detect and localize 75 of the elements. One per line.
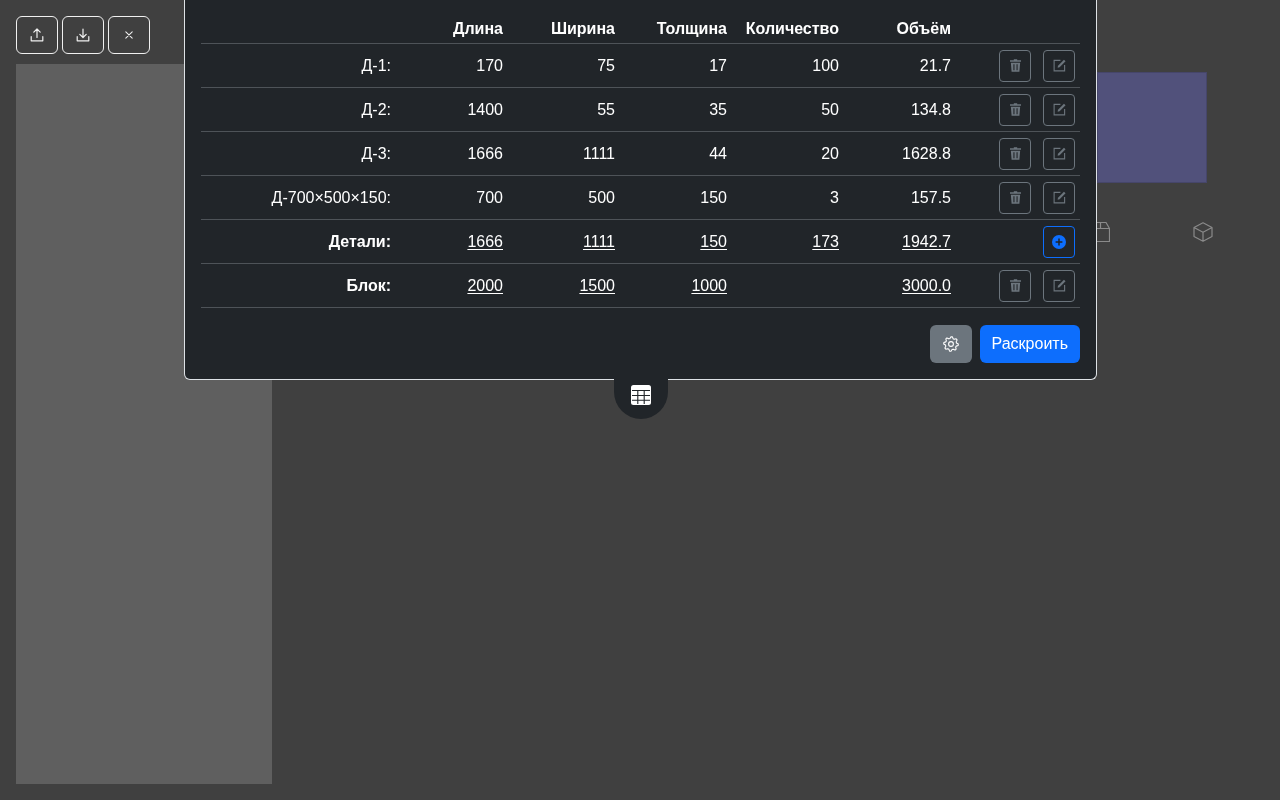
table-cell: 20 xyxy=(821,144,839,162)
table-cell: 100 xyxy=(812,56,839,74)
table-cell: 1628.8 xyxy=(902,144,951,162)
pencil-square-icon xyxy=(1052,279,1066,292)
table-cell: 3 xyxy=(830,188,839,206)
edit-button[interactable] xyxy=(1043,181,1075,214)
table-cell: 35 xyxy=(709,100,727,118)
edit-button[interactable] xyxy=(1043,269,1075,302)
gear-icon xyxy=(942,336,959,352)
value-link[interactable]: 1000 xyxy=(691,276,727,294)
value-link[interactable]: 1942.7 xyxy=(902,232,951,250)
pencil-square-icon xyxy=(1052,59,1066,72)
close-icon xyxy=(125,31,133,39)
column-header: Ширина xyxy=(550,20,615,37)
pencil-square-icon xyxy=(1052,191,1066,204)
row-label: Д-1: xyxy=(361,56,391,74)
value-link[interactable]: 3000.0 xyxy=(902,276,951,294)
upload-icon xyxy=(29,27,45,43)
add-button[interactable] xyxy=(1043,225,1075,258)
trash-icon xyxy=(1009,59,1021,72)
table-toggle-button[interactable] xyxy=(613,379,668,419)
cube-icon[interactable] xyxy=(1193,222,1213,242)
table-cell: 134.8 xyxy=(910,100,951,118)
delete-button[interactable] xyxy=(999,49,1031,82)
trash-icon xyxy=(1009,279,1021,292)
column-header: Количество xyxy=(745,20,839,37)
value-link[interactable]: 1500 xyxy=(579,276,615,294)
value-link[interactable]: 173 xyxy=(812,232,839,250)
table-cell: 170 xyxy=(476,56,503,74)
value-link[interactable]: 1111 xyxy=(582,232,615,250)
delete-button[interactable] xyxy=(999,181,1031,214)
table-icon xyxy=(630,385,651,405)
settings-button[interactable] xyxy=(929,325,972,363)
table-cell: 17 xyxy=(709,56,727,74)
row-label: Д-700×500×150: xyxy=(271,188,391,206)
row-label: Д-2: xyxy=(361,100,391,118)
table-cell: 44 xyxy=(709,144,727,162)
row-label: Детали: xyxy=(328,232,391,250)
edit-button[interactable] xyxy=(1043,137,1075,170)
value-link[interactable]: 2000 xyxy=(467,276,503,294)
download-icon xyxy=(75,27,91,43)
row-label: Д-3: xyxy=(361,144,391,162)
plus-circle-icon xyxy=(1052,234,1066,249)
table-cell: 700 xyxy=(476,188,503,206)
edit-button[interactable] xyxy=(1043,49,1075,82)
trash-icon xyxy=(1009,191,1021,204)
download-button[interactable] xyxy=(62,16,104,54)
box-icon[interactable] xyxy=(1097,222,1110,242)
cut-button[interactable]: Раскроить xyxy=(979,325,1080,363)
table-cell: 157.5 xyxy=(910,188,951,206)
column-header: Длина xyxy=(453,20,503,37)
table-cell: 1111 xyxy=(582,144,615,162)
table-cell: 21.7 xyxy=(919,56,951,74)
table-cell: 1400 xyxy=(467,100,503,118)
table-cell: 75 xyxy=(597,56,615,74)
table-cell: 150 xyxy=(700,188,727,206)
close-button[interactable] xyxy=(108,16,150,54)
column-header: Объём xyxy=(896,20,951,37)
delete-button[interactable] xyxy=(999,93,1031,126)
table-cell: 55 xyxy=(597,100,615,118)
value-link[interactable]: 150 xyxy=(700,232,727,250)
table-cell: 50 xyxy=(821,100,839,118)
delete-button[interactable] xyxy=(999,137,1031,170)
edit-button[interactable] xyxy=(1043,93,1075,126)
pencil-square-icon xyxy=(1052,147,1066,160)
trash-icon xyxy=(1009,147,1021,160)
pencil-square-icon xyxy=(1052,103,1066,116)
row-label: Блок: xyxy=(346,276,391,294)
delete-button[interactable] xyxy=(999,269,1031,302)
table-cell: 1666 xyxy=(467,144,503,162)
table-cell: 500 xyxy=(588,188,615,206)
value-link[interactable]: 1666 xyxy=(467,232,503,250)
trash-icon xyxy=(1009,103,1021,116)
upload-button[interactable] xyxy=(16,16,58,54)
column-header: Толщина xyxy=(656,20,727,37)
